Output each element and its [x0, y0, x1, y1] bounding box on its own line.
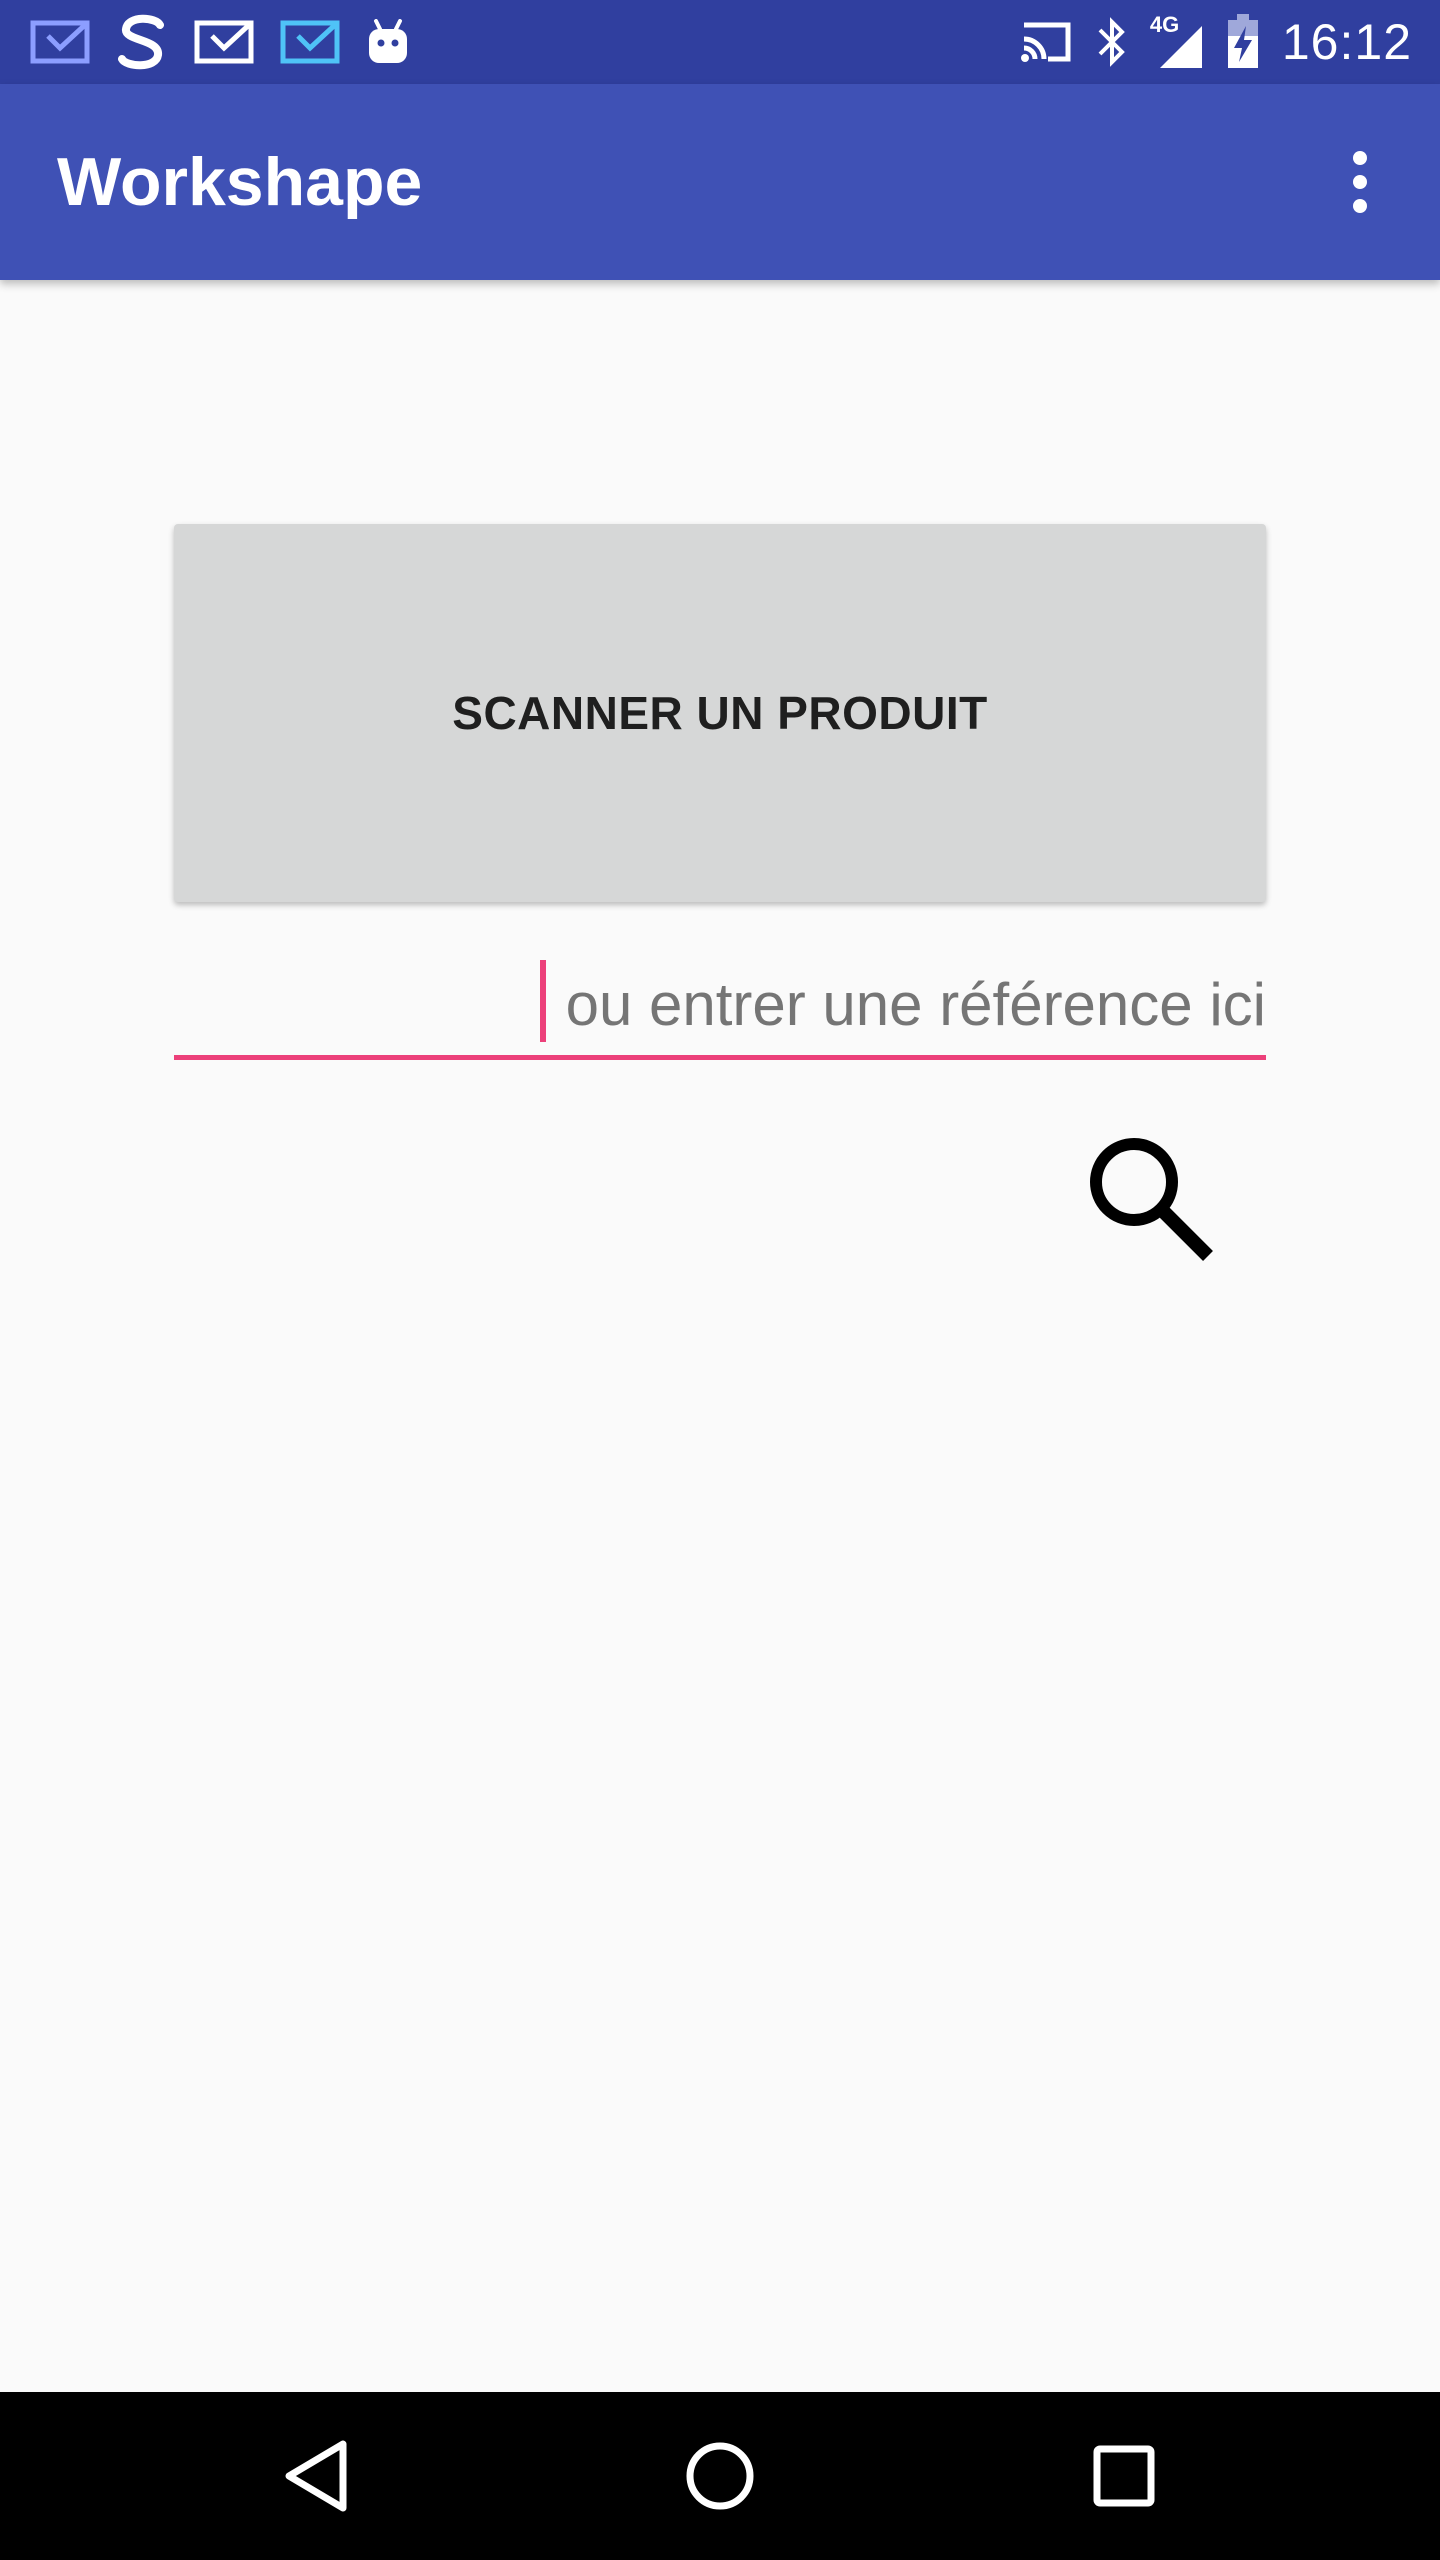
system-icons: 4G 16:12: [1016, 0, 1412, 84]
app-bar: Workshape: [0, 84, 1440, 280]
signal-icon: [1159, 26, 1202, 68]
recents-icon: [1093, 2445, 1155, 2507]
clock: 16:12: [1281, 14, 1412, 70]
status-bar: 4G 16:12: [0, 0, 1440, 84]
bluetooth-icon: [1098, 17, 1125, 67]
android-icon: [369, 19, 407, 63]
mail-icon: [30, 20, 90, 64]
reference-input-placeholder: ou entrer une référence ici: [565, 971, 1266, 1038]
back-button[interactable]: [266, 2426, 366, 2526]
home-button[interactable]: [670, 2426, 770, 2526]
mail-icon: [194, 20, 254, 64]
cast-icon: [1020, 22, 1071, 62]
more-vert-icon: [1353, 151, 1367, 165]
more-options-button[interactable]: [1310, 132, 1410, 232]
app-title: Workshape: [57, 144, 423, 220]
navigation-bar: [0, 2392, 1440, 2560]
battery-charging-icon: [1227, 14, 1258, 68]
recents-button[interactable]: [1074, 2426, 1174, 2526]
notification-icons: [30, 0, 410, 84]
more-vert-icon-dot: [1353, 199, 1367, 213]
scan-product-button[interactable]: SCANNER UN PRODUIT: [174, 524, 1266, 902]
search-icon: [1090, 1138, 1213, 1261]
back-icon: [285, 2440, 347, 2512]
reference-input[interactable]: ou entrer une référence ici: [174, 950, 1266, 1060]
search-button[interactable]: [1080, 1130, 1220, 1270]
more-vert-icon-dot: [1353, 175, 1367, 189]
mail-icon: [280, 20, 340, 64]
text-cursor: [540, 960, 546, 1042]
home-icon: [686, 2442, 754, 2510]
signal-indicator: 4G: [1150, 12, 1204, 72]
s-app-icon: [118, 14, 164, 70]
